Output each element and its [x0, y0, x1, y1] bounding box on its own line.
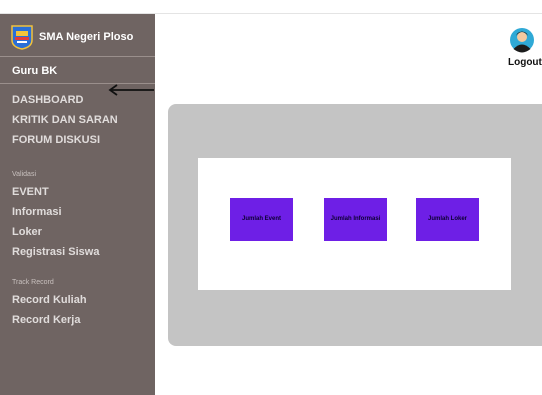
sidebar-item-registrasi-siswa[interactable]: Registrasi Siswa — [12, 246, 99, 258]
user-avatar-icon[interactable] — [510, 27, 534, 53]
stat-card-jumlah-event[interactable]: Jumlah Event — [230, 198, 293, 241]
top-bar — [0, 0, 542, 14]
user-role: Guru BK — [0, 58, 155, 84]
section-label-validasi: Validasi — [12, 171, 36, 178]
stat-card-jumlah-loker[interactable]: Jumlah Loker — [416, 198, 479, 241]
sidebar-item-dashboard[interactable]: DASHBOARD — [12, 94, 84, 106]
school-logo-icon — [11, 25, 33, 50]
school-name: SMA Negeri Ploso — [39, 31, 134, 43]
arrow-left-icon — [108, 84, 154, 96]
sidebar-item-informasi[interactable]: Informasi — [12, 206, 62, 218]
section-label-track-record: Track Record — [12, 279, 54, 286]
sidebar-item-loker[interactable]: Loker — [12, 226, 42, 238]
sidebar: SMA Negeri Ploso Guru BK DASHBOARD KRITI… — [0, 14, 155, 395]
user-role-label: Guru BK — [12, 65, 58, 77]
sidebar-item-kritik-dan-saran[interactable]: KRITIK DAN SARAN — [12, 114, 118, 126]
sidebar-item-forum-diskusi[interactable]: FORUM DISKUSI — [12, 134, 100, 146]
stat-card-jumlah-informasi[interactable]: Jumlah Informasi — [324, 198, 387, 241]
sidebar-brand[interactable]: SMA Negeri Ploso — [0, 14, 155, 57]
sidebar-item-record-kerja[interactable]: Record Kerja — [12, 314, 80, 326]
sidebar-item-event[interactable]: EVENT — [12, 186, 49, 198]
logout-link[interactable]: Logout — [508, 57, 542, 68]
sidebar-item-record-kuliah[interactable]: Record Kuliah — [12, 294, 87, 306]
